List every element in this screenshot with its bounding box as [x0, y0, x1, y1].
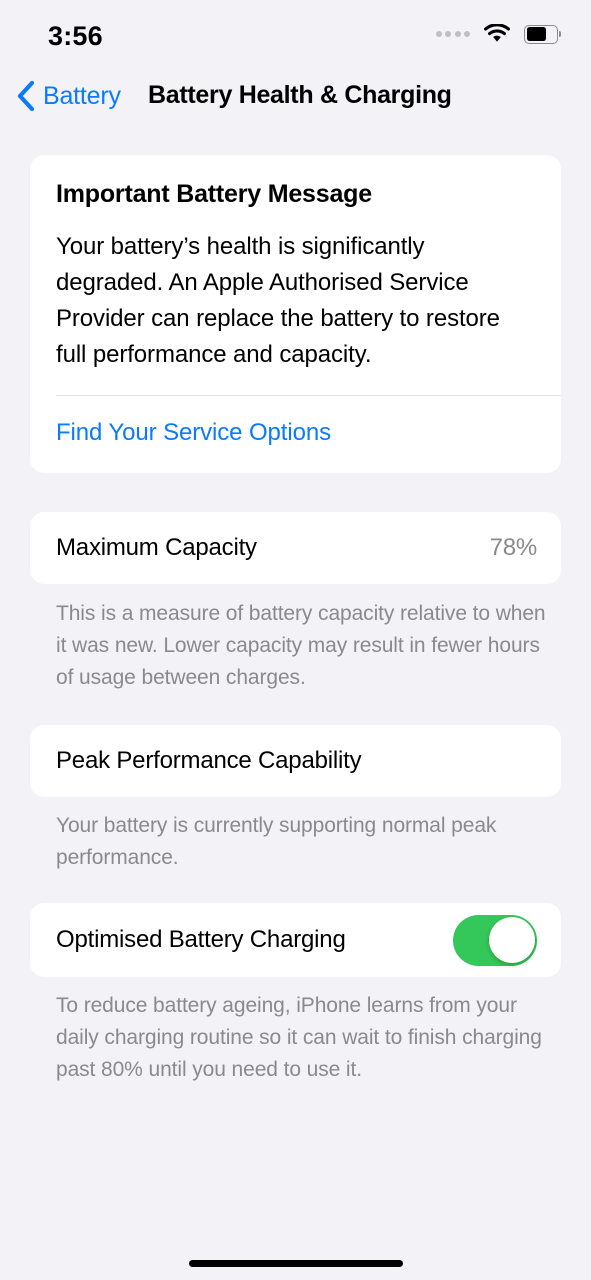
message-card-heading: Important Battery Message	[56, 180, 372, 208]
home-indicator[interactable]	[188, 1260, 403, 1267]
back-button-label: Battery	[43, 81, 121, 110]
optimised-battery-charging-row: Optimised Battery Charging	[30, 903, 561, 977]
status-bar-indicators	[435, 24, 561, 44]
iphone-settings-screen: 3:56 Battery Battery Health & Charging I…	[0, 0, 591, 1280]
status-bar: 3:56	[0, 0, 591, 72]
battery-icon	[524, 24, 561, 44]
wifi-icon	[483, 24, 511, 44]
optimised-battery-charging-footer: To reduce battery ageing, iPhone learns …	[56, 994, 542, 1081]
find-service-options-link[interactable]: Find Your Service Options	[56, 396, 535, 473]
signal-dots-icon	[435, 31, 470, 37]
maximum-capacity-row[interactable]: Maximum Capacity 78%	[30, 512, 561, 584]
maximum-capacity-footer: This is a measure of battery capacity re…	[56, 602, 546, 689]
back-button[interactable]: Battery	[16, 80, 121, 112]
message-card-body: Your battery’s health is significantly d…	[56, 232, 500, 368]
important-battery-message-card: Important Battery Message Your battery’s…	[30, 155, 561, 473]
status-bar-time: 3:56	[48, 21, 103, 51]
optimised-battery-charging-label: Optimised Battery Charging	[56, 926, 346, 953]
maximum-capacity-label: Maximum Capacity	[56, 534, 257, 561]
navigation-bar: Battery Battery Health & Charging	[0, 78, 591, 126]
peak-performance-footer: Your battery is currently supporting nor…	[56, 814, 497, 869]
peak-performance-capability-row[interactable]: Peak Performance Capability	[30, 725, 561, 797]
optimised-battery-charging-toggle[interactable]	[453, 914, 537, 966]
chevron-left-icon	[16, 80, 36, 112]
peak-performance-label: Peak Performance Capability	[56, 747, 362, 774]
toggle-knob	[488, 917, 535, 963]
maximum-capacity-value: 78%	[489, 534, 538, 561]
page-title: Battery Health & Charging	[148, 81, 452, 109]
